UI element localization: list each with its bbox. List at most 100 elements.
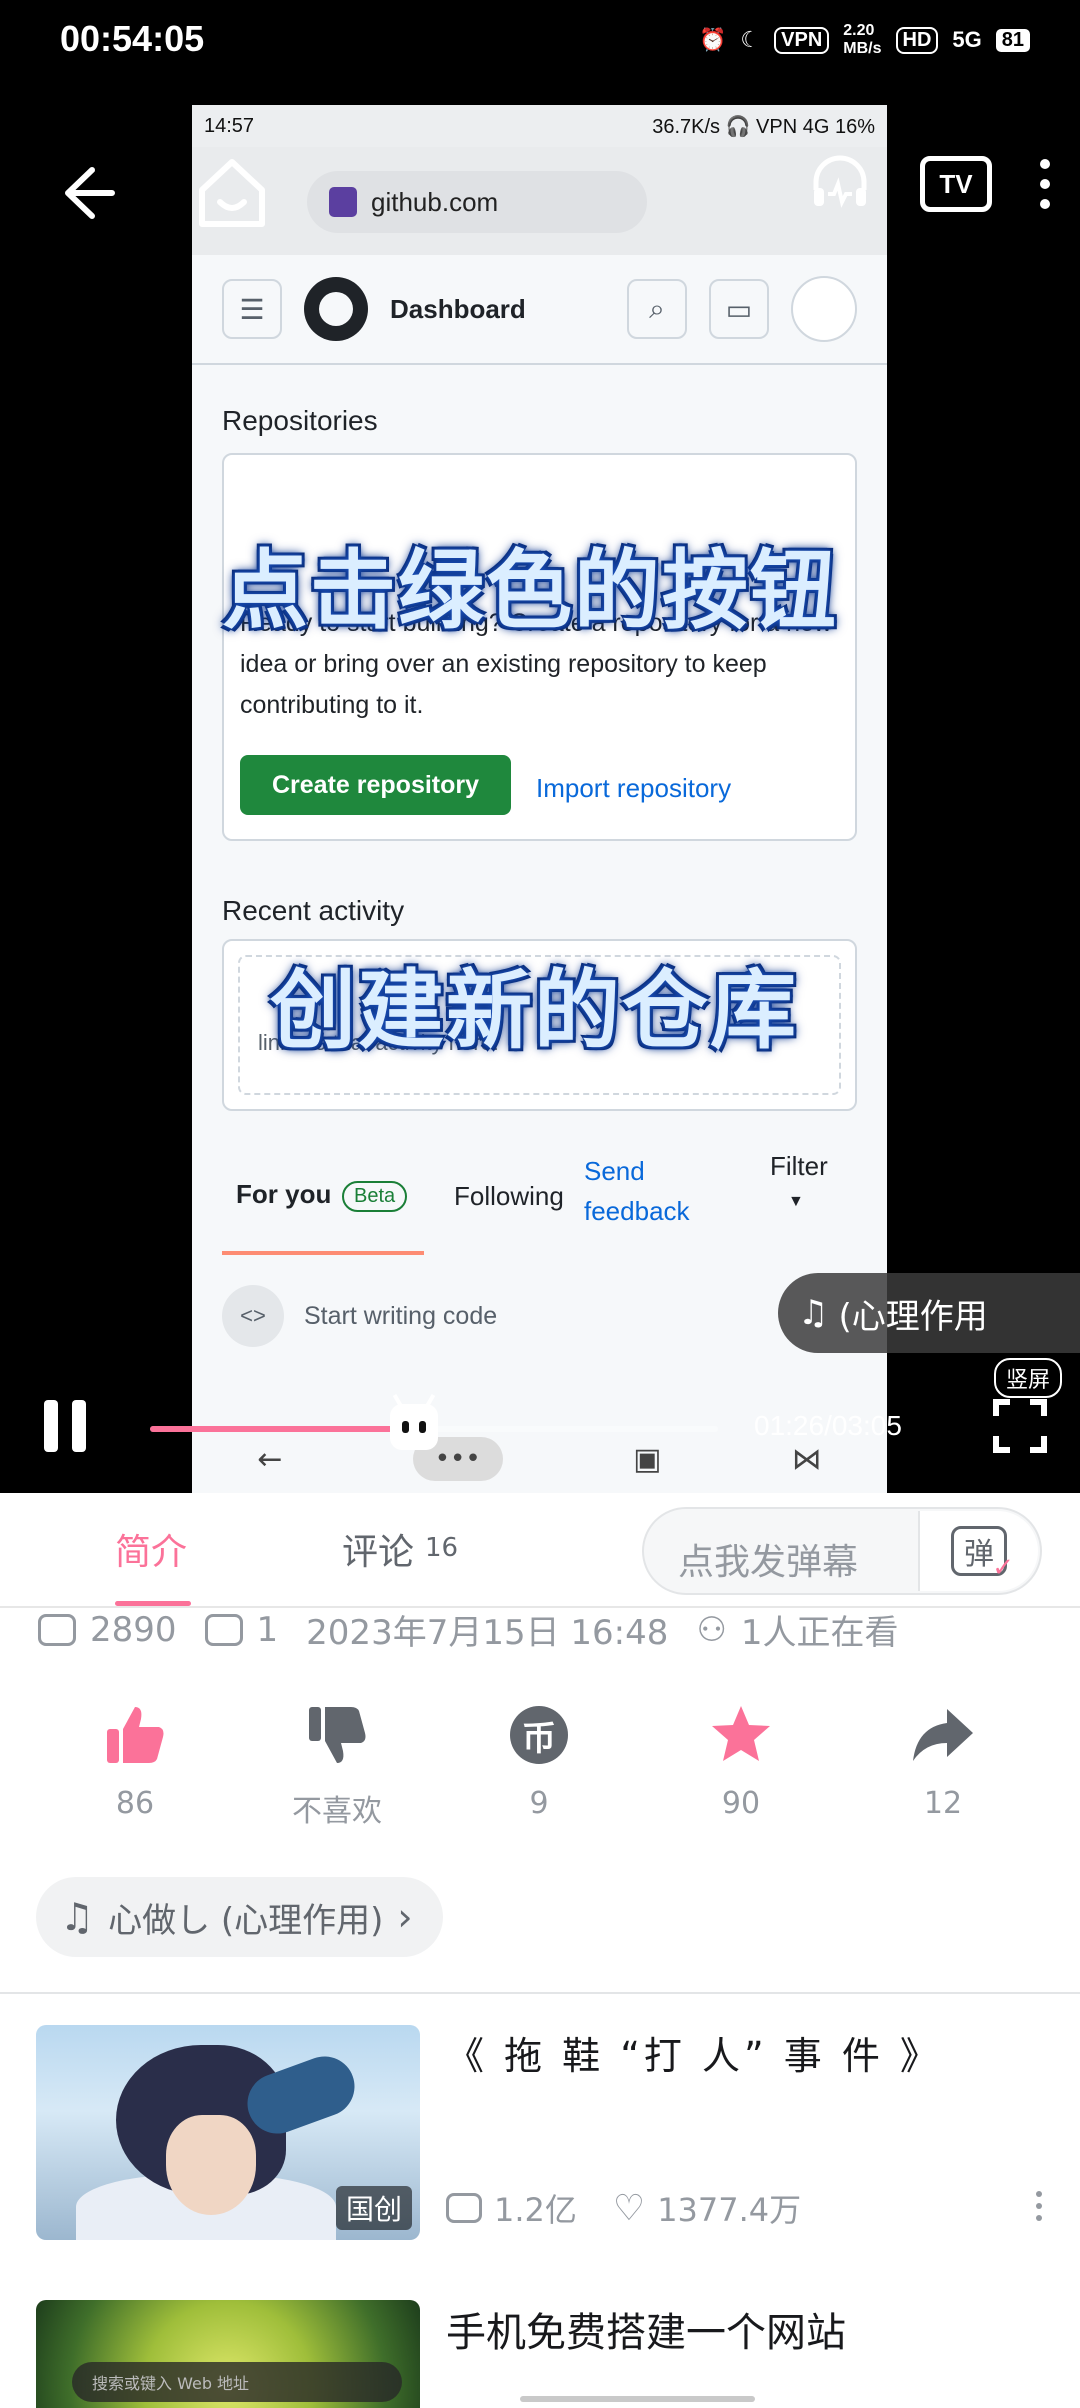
video-frame: 14:57 36.7K/s 🎧 VPN 4G 16% github.com ☰ … (192, 105, 887, 1493)
related-video-card[interactable]: 国创 《 拖 鞋 “打 人” 事 件 》 1.2亿 ♡ 1377.4万 (36, 2025, 1046, 2240)
github-header: ☰ Dashboard ⌕ ▭ (192, 255, 887, 365)
thumbs-up-icon (103, 1700, 167, 1770)
share-count: 12 (923, 1786, 963, 1821)
danmaku-placeholder: 点我发弹幕 (678, 1542, 859, 1583)
share-button[interactable]: 12 (842, 1700, 1044, 1830)
play-count-icon (38, 1613, 76, 1646)
favorite-button[interactable]: 90 (640, 1700, 842, 1830)
lock-icon (329, 187, 357, 217)
video-tab-bar: 简介 评论 16 点我发弹幕 弹 (0, 1493, 1080, 1608)
video-subtitle-1: 点击绿色的按钮 (222, 541, 838, 641)
more-options-icon[interactable] (1036, 2191, 1042, 2221)
filter-label: Filter (770, 1151, 828, 1181)
pause-icon[interactable] (44, 1400, 94, 1456)
signal-icon: 5G (952, 27, 982, 52)
fullscreen-icon[interactable] (992, 1398, 1048, 1458)
bgm-label: 心做し (心理作用) (108, 1900, 384, 1941)
tab-following: Following (454, 1181, 564, 1211)
coin-count: 9 (529, 1786, 549, 1821)
alarm-icon: ⏰ (699, 27, 727, 52)
bgm-overlay-text: (心理作用 (838, 1296, 988, 1337)
status-icons: ⏰ ☾ VPN 2.20 MB/s HD 5G 81 (699, 22, 1030, 58)
network-speed-unit: MB/s (843, 40, 882, 57)
start-writing-label: Start writing code (304, 1301, 498, 1330)
like-count: 86 (115, 1786, 155, 1821)
tab-for-you-underline (222, 1251, 424, 1255)
tab-comments[interactable]: 评论 (342, 1523, 414, 1575)
tab-intro[interactable]: 简介 (115, 1523, 187, 1575)
danmaku-icon: 弹 (951, 1526, 1014, 1583)
progress-bar[interactable] (150, 1404, 718, 1450)
video-subtitle-2: 创建新的仓库 (270, 961, 798, 1061)
recorded-url-bar: github.com (192, 147, 887, 255)
favorite-count: 90 (721, 1786, 761, 1821)
video-meta: 2890 1 2023年7月15日 16:48 ⚇ 1人正在看 (38, 1605, 899, 1654)
playback-time: 01:26/03:05 (754, 1410, 902, 1441)
home-icon[interactable] (192, 152, 272, 236)
related-thumbnail[interactable]: 国创 (36, 2025, 420, 2240)
vpn-badge: VPN (774, 26, 830, 54)
back-arrow-icon[interactable] (52, 158, 122, 228)
filter-caret-icon: ▼ (788, 1193, 804, 1210)
recorded-url: github.com (371, 186, 499, 217)
dislike-button[interactable]: 不喜欢 (236, 1700, 438, 1830)
danmaku-count-icon (204, 1613, 243, 1646)
watching-count: 1人正在看 (740, 1613, 899, 1653)
recent-activity-heading: Recent activity (222, 895, 405, 926)
bgm-pill[interactable]: ♫ 心做し (心理作用) › (36, 1877, 443, 1957)
beta-badge: Beta (342, 1181, 408, 1212)
related-thumbnail[interactable]: 搜索或键入 Web 地址 (36, 2300, 420, 2408)
repositories-heading: Repositories (222, 405, 378, 436)
action-row: 86 不喜欢 币 9 90 12 (0, 1700, 1080, 1830)
dislike-label: 不喜欢 (292, 1794, 382, 1829)
video-player[interactable]: 14:57 36.7K/s 🎧 VPN 4G 16% github.com ☰ … (0, 90, 1080, 1493)
recorded-back-icon: ← (257, 1441, 283, 1477)
related-video-card[interactable]: 搜索或键入 Web 地址 手机免费搭建一个网站 (36, 2300, 1046, 2408)
progress-fill (150, 1426, 415, 1432)
like-button[interactable]: 86 (34, 1700, 236, 1830)
more-menu-icon[interactable] (1040, 159, 1050, 209)
github-dashboard-title: Dashboard (390, 293, 526, 324)
progress-thumb-icon[interactable] (390, 1404, 439, 1450)
send-feedback-link: Send feedback (584, 1156, 690, 1226)
publish-time: 2023年7月15日 16:48 (306, 1613, 669, 1653)
inbox-icon: ▭ (709, 279, 769, 339)
heart-icon: ♡ (612, 2187, 646, 2229)
danmaku-input[interactable]: 点我发弹幕 弹 (642, 1507, 1042, 1595)
repositories-box: Ready to start building? Create a reposi… (222, 453, 857, 841)
start-writing-row: <> Start writing code (222, 1285, 497, 1347)
section-divider (0, 1992, 1080, 1994)
moon-icon: ☾ (740, 27, 761, 52)
thumbs-down-icon (305, 1700, 369, 1770)
play-count-icon (446, 2193, 482, 2223)
danmaku-count: 1 (256, 1609, 279, 1650)
code-icon: <> (222, 1285, 284, 1347)
danmaku-toggle-button[interactable]: 弹 (918, 1511, 1038, 1591)
import-repository-link: Import repository (536, 773, 732, 803)
hd-badge: HD (895, 26, 939, 54)
related-likes: 1377.4万 (657, 2191, 802, 2229)
recorded-share-icon: ⋈ (791, 1441, 822, 1477)
related-title[interactable]: 手机免费搭建一个网站 (446, 2300, 846, 2358)
coin-button[interactable]: 币 9 (438, 1700, 640, 1830)
create-repository-button: Create repository (240, 755, 512, 815)
search-icon: ⌕ (627, 279, 687, 339)
related-stats: 1.2亿 ♡ 1377.4万 (446, 2185, 801, 2231)
tv-cast-label: TV (939, 168, 973, 199)
bgm-overlay[interactable]: ♫ (心理作用 (778, 1273, 1080, 1353)
battery-icon: 81 (995, 28, 1030, 52)
github-logo-icon (304, 277, 368, 341)
related-title[interactable]: 《 拖 鞋 “打 人” 事 件 》 (446, 2025, 942, 2080)
thumbnail-search-bar: 搜索或键入 Web 地址 (72, 2362, 402, 2402)
share-icon (911, 1700, 975, 1770)
music-note-icon: ♫ (60, 1895, 95, 1939)
star-icon (709, 1700, 773, 1770)
home-indicator (520, 2396, 755, 2402)
audio-only-icon[interactable] (808, 150, 872, 218)
tv-cast-icon[interactable]: TV (920, 156, 992, 212)
vertical-screen-badge[interactable]: 竖屏 (993, 1358, 1062, 1398)
hamburger-icon: ☰ (222, 279, 282, 339)
recorded-tabs-icon: ▣ (633, 1441, 662, 1477)
recorded-url-pill: github.com (307, 171, 647, 233)
guochuang-badge: 国创 (335, 2186, 412, 2230)
